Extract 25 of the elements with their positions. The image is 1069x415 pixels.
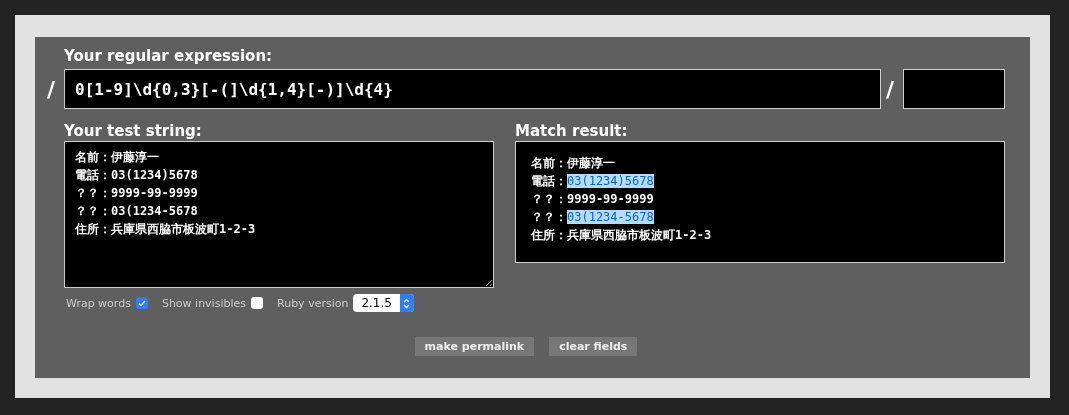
result-text: ？？：9999-99-9999	[531, 192, 654, 206]
action-button[interactable]: clear fields	[549, 337, 638, 356]
test-string-label: Your test string:	[64, 121, 203, 141]
match-result-label: Match result:	[515, 121, 629, 141]
match-highlight: 03(1234-5678	[567, 210, 654, 224]
option-label: Show invisibles	[161, 296, 246, 310]
flags-field[interactable]	[903, 69, 1005, 109]
version-select[interactable]: 2.1.5	[353, 294, 414, 312]
result-text: 名前：伊藤淳一	[531, 156, 615, 170]
result-text: 住所：兵庫県西脇市板波町1-2-3	[531, 228, 712, 242]
test-string-field[interactable]: 名前：伊藤淳一 電話：03(1234)5678 ？？：9999-99-9999 ？？：03(1234-5678 住所：兵庫県西脇市板波町1-2-3	[64, 141, 494, 288]
regex-delimiter: /	[886, 76, 896, 102]
checkmark-icon	[137, 299, 146, 307]
updown-icon	[403, 297, 411, 309]
option-label: Wrap words	[66, 296, 131, 310]
result-text: 電話：	[531, 174, 567, 188]
checkbox[interactable]	[251, 297, 263, 309]
regex-field[interactable]: 0[1-9]\d{0,3}[-(]\d{1,4}[-)]\d{4}	[64, 69, 881, 109]
regex-delimiter: /	[47, 76, 57, 102]
regex-label: Your regular expression:	[64, 46, 274, 66]
option-label: Ruby version	[277, 296, 349, 310]
match-highlight: 03(1234)5678	[567, 174, 654, 188]
checkbox[interactable]	[135, 297, 148, 309]
action-button[interactable]: make permalink	[414, 337, 535, 356]
result-text: ？？：	[531, 210, 567, 224]
